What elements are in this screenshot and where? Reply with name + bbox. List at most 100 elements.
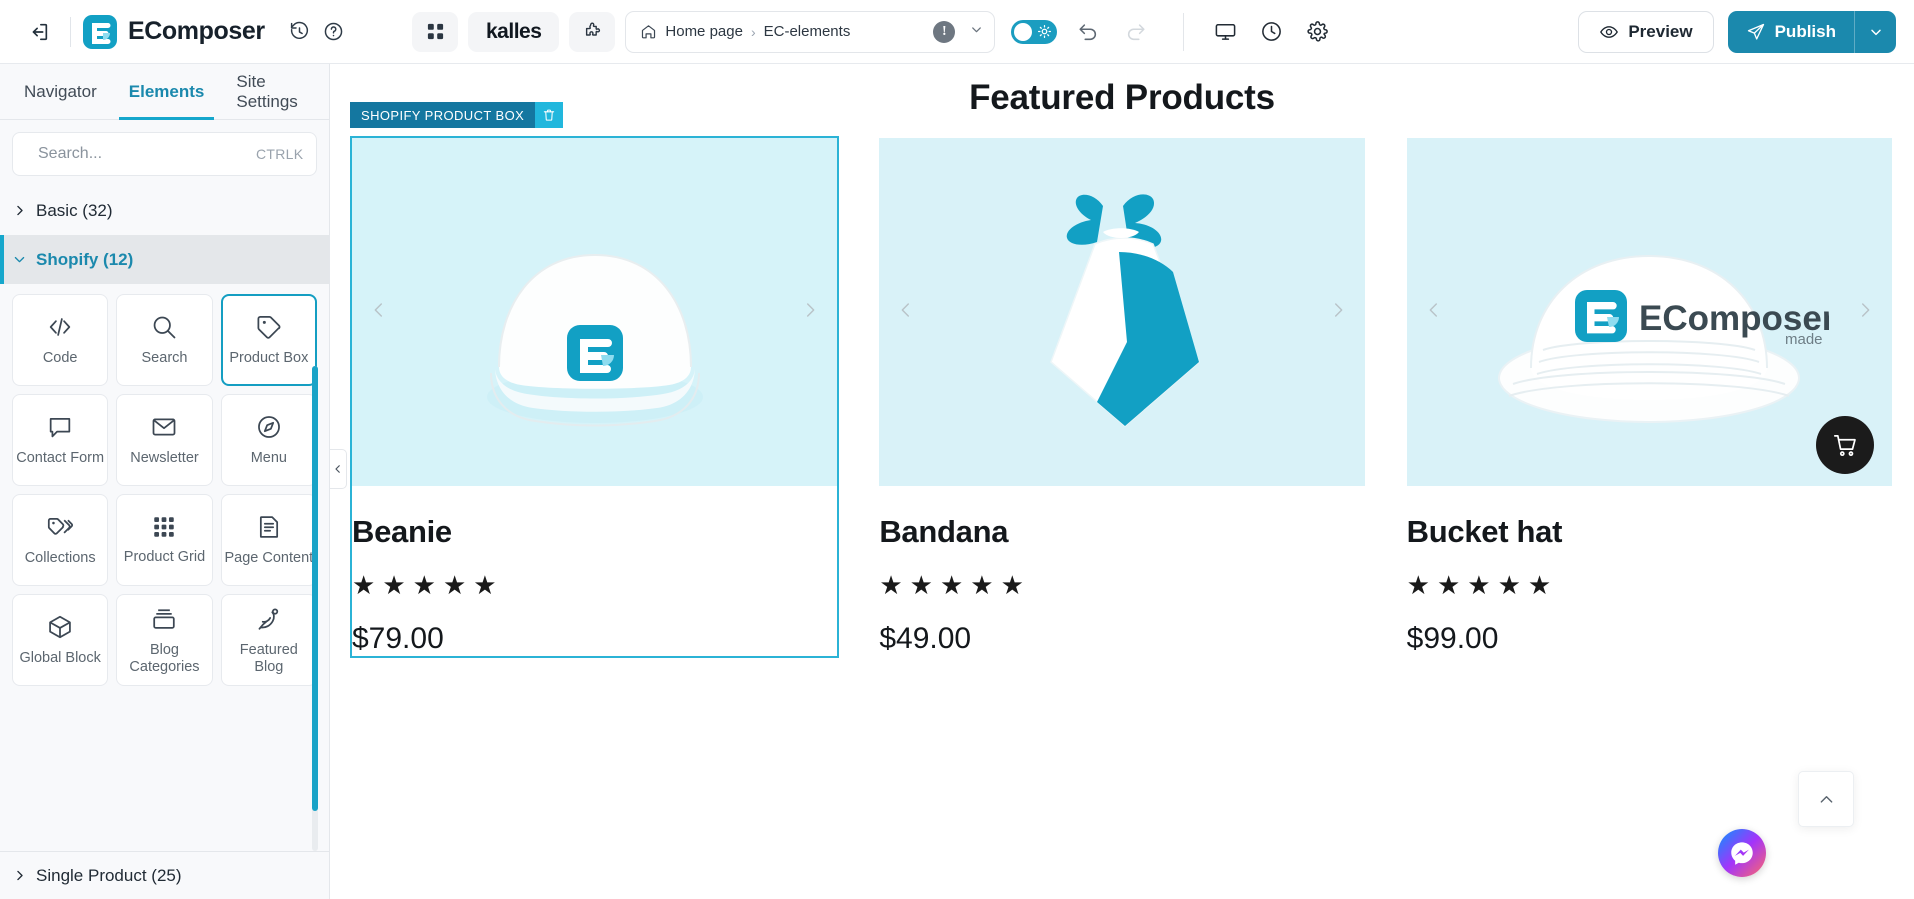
extensions-button[interactable] bbox=[569, 11, 616, 52]
clock-icon bbox=[1261, 22, 1281, 41]
shopping-cart-icon bbox=[1833, 435, 1856, 457]
product-card-bucket-hat[interactable]: EComposer made Bucket hat ★ ★ ★ ★ ★ $99.… bbox=[1406, 138, 1892, 656]
search-input[interactable] bbox=[38, 145, 245, 163]
breadcrumb-page-label[interactable]: EC-elements bbox=[764, 23, 851, 40]
element-tile-page-content[interactable]: Page Content bbox=[220, 494, 317, 586]
chevron-right-icon bbox=[1861, 303, 1870, 317]
search-box[interactable]: CTRLK bbox=[12, 132, 317, 176]
page-status-badge[interactable]: ! bbox=[933, 20, 956, 43]
scroll-to-top-button[interactable] bbox=[1798, 771, 1854, 827]
element-tile-featured-blog[interactable]: Featured Blog bbox=[220, 594, 317, 686]
element-tile-code[interactable]: Code bbox=[12, 294, 109, 386]
brand-name: EComposer bbox=[128, 17, 265, 45]
group-header-basic[interactable]: Basic (32) bbox=[0, 186, 329, 235]
price-tag-icon bbox=[255, 313, 283, 341]
group-header-shopify[interactable]: Shopify (12) bbox=[0, 235, 329, 284]
svg-text:made: made bbox=[1785, 331, 1823, 348]
device-tools bbox=[1208, 15, 1334, 49]
element-tile-contact-form[interactable]: Contact Form bbox=[12, 394, 109, 486]
redo-button[interactable] bbox=[1119, 15, 1153, 49]
sun-icon bbox=[1037, 24, 1052, 44]
history-button[interactable] bbox=[283, 15, 317, 49]
star-icon: ★ bbox=[909, 570, 933, 600]
undo-icon bbox=[1079, 23, 1097, 40]
undo-button[interactable] bbox=[1071, 15, 1105, 49]
tile-label: Code bbox=[42, 350, 78, 367]
product-rating: ★ ★ ★ ★ ★ bbox=[879, 572, 1364, 598]
messenger-chat-button[interactable] bbox=[1718, 829, 1766, 877]
prev-image-button[interactable] bbox=[895, 299, 917, 325]
toolbar-left-group: EComposer bbox=[0, 0, 400, 63]
tab-navigator[interactable]: Navigator bbox=[8, 64, 113, 119]
page-title: Featured Products bbox=[969, 78, 1275, 117]
tile-label: Featured Blog bbox=[239, 641, 298, 675]
version-history-button[interactable] bbox=[1254, 15, 1288, 49]
add-to-cart-button[interactable] bbox=[1815, 416, 1874, 474]
sidebar-tabs: Navigator Elements Site Settings bbox=[0, 64, 329, 120]
tile-label: Product Grid bbox=[123, 549, 206, 566]
group-header-single-product[interactable]: Single Product (25) bbox=[0, 851, 329, 899]
chevron-right-icon bbox=[1334, 303, 1343, 317]
sidebar-scrollbar-track[interactable] bbox=[312, 366, 318, 851]
element-tile-blog-categories[interactable]: Blog Categories bbox=[116, 594, 213, 686]
element-tile-collections[interactable]: Collections bbox=[12, 494, 109, 586]
breadcrumb-home-label[interactable]: Home page bbox=[665, 23, 743, 40]
breadcrumb-chevron-down-icon[interactable] bbox=[963, 22, 984, 42]
chevron-left-icon bbox=[335, 465, 340, 473]
product-list: SHOPIFY PRODUCT BOX Beanie ★ ★ ★ ★ ★ $79… bbox=[330, 102, 1914, 658]
breadcrumb[interactable]: Home page › EC-elements ! bbox=[625, 10, 996, 53]
tab-elements[interactable]: Elements bbox=[113, 64, 221, 120]
product-image-beanie bbox=[352, 138, 838, 486]
group-label-basic: Basic (32) bbox=[36, 200, 113, 220]
element-tile-newsletter[interactable]: Newsletter bbox=[116, 394, 213, 486]
next-image-button[interactable] bbox=[1854, 299, 1876, 325]
sidebar-scrollbar-thumb[interactable] bbox=[312, 366, 318, 811]
product-price: $79.00 bbox=[352, 622, 444, 655]
back-button[interactable] bbox=[20, 13, 58, 51]
settings-button[interactable] bbox=[1300, 15, 1334, 49]
light-mode-toggle[interactable] bbox=[1011, 19, 1058, 44]
tile-label: Search bbox=[141, 350, 188, 367]
tile-label: Global Block bbox=[19, 650, 101, 667]
star-icon: ★ bbox=[412, 570, 436, 600]
chevron-right-icon bbox=[12, 203, 27, 218]
search-icon bbox=[150, 313, 178, 341]
element-tile-product-grid[interactable]: Product Grid bbox=[116, 494, 213, 586]
apps-button[interactable] bbox=[412, 11, 458, 52]
element-tile-menu[interactable]: Menu bbox=[220, 394, 317, 486]
grid-dots-icon bbox=[151, 514, 177, 540]
logo-shape bbox=[83, 14, 117, 49]
prev-image-button[interactable] bbox=[368, 299, 390, 325]
delete-element-button[interactable] bbox=[535, 102, 564, 128]
theme-selector-button[interactable]: kalles bbox=[468, 11, 560, 52]
star-icon: ★ bbox=[1467, 570, 1491, 600]
group-label-shopify: Shopify (12) bbox=[36, 249, 134, 269]
sidebar-bottom-section: Single Product (25) bbox=[0, 851, 329, 899]
product-card-bandana[interactable]: Bandana ★ ★ ★ ★ ★ $49.00 bbox=[879, 138, 1365, 656]
publish-button[interactable]: Publish bbox=[1727, 10, 1854, 53]
sidebar-collapse-handle[interactable] bbox=[330, 449, 347, 489]
publish-options-button[interactable] bbox=[1854, 10, 1896, 53]
desktop-view-button[interactable] bbox=[1208, 15, 1242, 49]
desktop-monitor-icon bbox=[1215, 24, 1236, 40]
envelope-icon bbox=[150, 413, 178, 441]
paper-plane-icon bbox=[1747, 23, 1764, 40]
element-tile-global-block[interactable]: Global Block bbox=[12, 594, 109, 686]
product-rating: ★ ★ ★ ★ ★ bbox=[352, 572, 837, 598]
tags-stack-icon bbox=[46, 513, 74, 541]
workspace: Navigator Elements Site Settings CTRLK bbox=[0, 64, 1914, 899]
help-button[interactable] bbox=[317, 15, 351, 49]
product-title: Bandana bbox=[879, 514, 1009, 549]
breadcrumb-separator: › bbox=[750, 23, 756, 40]
element-tile-product-box[interactable]: Product Box bbox=[220, 294, 317, 386]
toolbar-separator bbox=[1183, 12, 1185, 51]
star-icon: ★ bbox=[382, 570, 406, 600]
tab-site-settings[interactable]: Site Settings bbox=[220, 64, 321, 119]
preview-button[interactable]: Preview bbox=[1578, 10, 1714, 53]
publish-group: Publish bbox=[1727, 10, 1896, 53]
element-tile-search[interactable]: Search bbox=[116, 294, 213, 386]
prev-image-button[interactable] bbox=[1423, 299, 1445, 325]
next-image-button[interactable] bbox=[1327, 299, 1349, 325]
next-image-button[interactable] bbox=[799, 299, 821, 325]
product-card-beanie[interactable]: SHOPIFY PRODUCT BOX Beanie ★ ★ ★ ★ ★ $79… bbox=[349, 102, 840, 658]
